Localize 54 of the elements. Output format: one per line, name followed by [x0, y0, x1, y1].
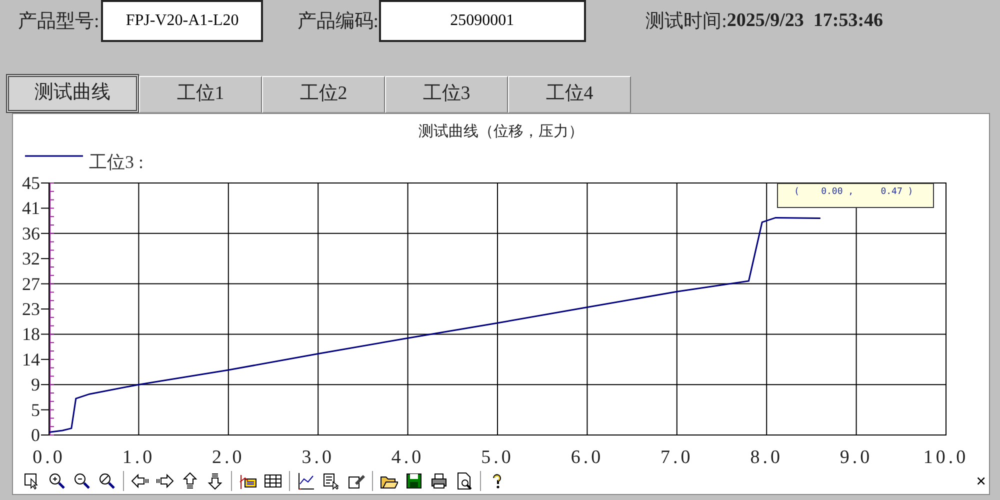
- x-tick-label: 3.0: [302, 447, 334, 468]
- y-tick-label: 41: [22, 198, 40, 218]
- zoom-box-icon[interactable]: [23, 472, 41, 490]
- legend-line: [25, 155, 83, 157]
- y-tick-label: 32: [22, 248, 40, 269]
- zoom-in-icon[interactable]: [48, 472, 66, 490]
- x-tick-label: 6.0: [570, 447, 604, 468]
- tab[interactable]: 测试曲线: [6, 74, 139, 113]
- y-tick-label: 14: [22, 349, 40, 370]
- x-tick-label: 9.0: [840, 447, 873, 468]
- chart-title: 测试曲线（位移，压力）: [418, 124, 584, 140]
- zoom-reset-icon[interactable]: [98, 472, 116, 490]
- zoom-out-icon[interactable]: [73, 472, 91, 490]
- printer-icon[interactable]: [430, 472, 448, 490]
- print-preview-icon[interactable]: [455, 472, 473, 490]
- coordinate-tooltip: ( 0.00 , 0.47 ): [777, 183, 934, 208]
- up-arrow-icon[interactable]: [181, 472, 199, 490]
- model-label: 产品型号:: [18, 10, 100, 34]
- x-tick-label: 8.0: [750, 447, 783, 468]
- axis-chart-icon[interactable]: [297, 472, 315, 490]
- y-tick-label: 5: [31, 400, 40, 420]
- y-tick-label: 36: [22, 223, 40, 244]
- x-tick-label: 7.0: [660, 447, 694, 468]
- y-tick-label: 18: [22, 324, 40, 344]
- legend-chart-icon[interactable]: [239, 472, 257, 490]
- tab[interactable]: 工位2: [262, 76, 385, 113]
- tab[interactable]: 工位1: [139, 76, 262, 113]
- left-arrow-icon[interactable]: [131, 472, 149, 490]
- tab[interactable]: 工位3: [385, 76, 508, 113]
- right-arrow-icon[interactable]: [156, 472, 174, 490]
- tab[interactable]: 工位4: [508, 76, 631, 113]
- y-tick-label: 45: [22, 173, 40, 193]
- y-tick-label: 9: [31, 374, 40, 395]
- x-tick-label: 0.0: [32, 447, 66, 468]
- time-label: 测试时间:: [646, 10, 727, 34]
- x-tick-label: 1.0: [122, 447, 156, 468]
- legend-label: 工位3 :: [89, 152, 144, 172]
- x-tick-label: 4.0: [391, 447, 424, 468]
- code-label: 产品编码:: [297, 10, 379, 34]
- y-tick-label: 27: [22, 274, 40, 294]
- down-arrow-icon[interactable]: [206, 472, 224, 490]
- y-tick-label: 0: [31, 425, 40, 445]
- y-tick-label: 23: [22, 299, 40, 319]
- time-value: 2025/9/23 17:53:46: [726, 9, 884, 33]
- close-icon[interactable]: ×: [976, 472, 986, 490]
- x-tick-label: 5.0: [481, 447, 514, 468]
- select-data-icon[interactable]: [322, 472, 340, 490]
- table-grid-icon[interactable]: [264, 472, 282, 490]
- model-field[interactable]: FPJ-V20-A1-L20: [101, 0, 264, 42]
- x-tick-label: 10.0: [923, 447, 969, 468]
- edit-icon[interactable]: [347, 472, 365, 490]
- x-tick-label: 2.0: [212, 447, 245, 468]
- save-icon[interactable]: [405, 472, 423, 490]
- code-field[interactable]: 25090001: [378, 0, 586, 42]
